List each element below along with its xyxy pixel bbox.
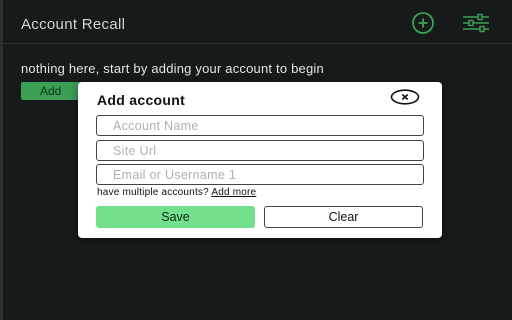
app-title: Account Recall — [21, 16, 126, 33]
settings-icon-button[interactable] — [461, 13, 491, 37]
multiple-accounts-text: have multiple accounts? — [97, 187, 209, 198]
add-more-link[interactable]: Add more — [211, 187, 256, 198]
add-account-modal: Add account have multiple accounts? Add … — [78, 82, 442, 238]
save-button[interactable]: Save — [96, 206, 255, 228]
clear-button[interactable]: Clear — [264, 206, 423, 228]
multiple-accounts-row: have multiple accounts? Add more — [97, 187, 256, 198]
add-account-icon-button[interactable] — [408, 11, 438, 40]
header-bar: Account Recall — [3, 0, 512, 44]
email-username-field[interactable] — [96, 164, 424, 185]
site-url-field[interactable] — [96, 140, 424, 161]
sliders-icon — [461, 13, 491, 38]
account-name-field[interactable] — [96, 115, 424, 136]
plus-circle-icon — [411, 11, 435, 40]
close-circle-icon — [390, 89, 420, 110]
close-modal-button[interactable] — [389, 89, 421, 110]
modal-title: Add account — [97, 92, 186, 108]
app-window: Account Recall nothing here, start by ad… — [0, 0, 512, 320]
